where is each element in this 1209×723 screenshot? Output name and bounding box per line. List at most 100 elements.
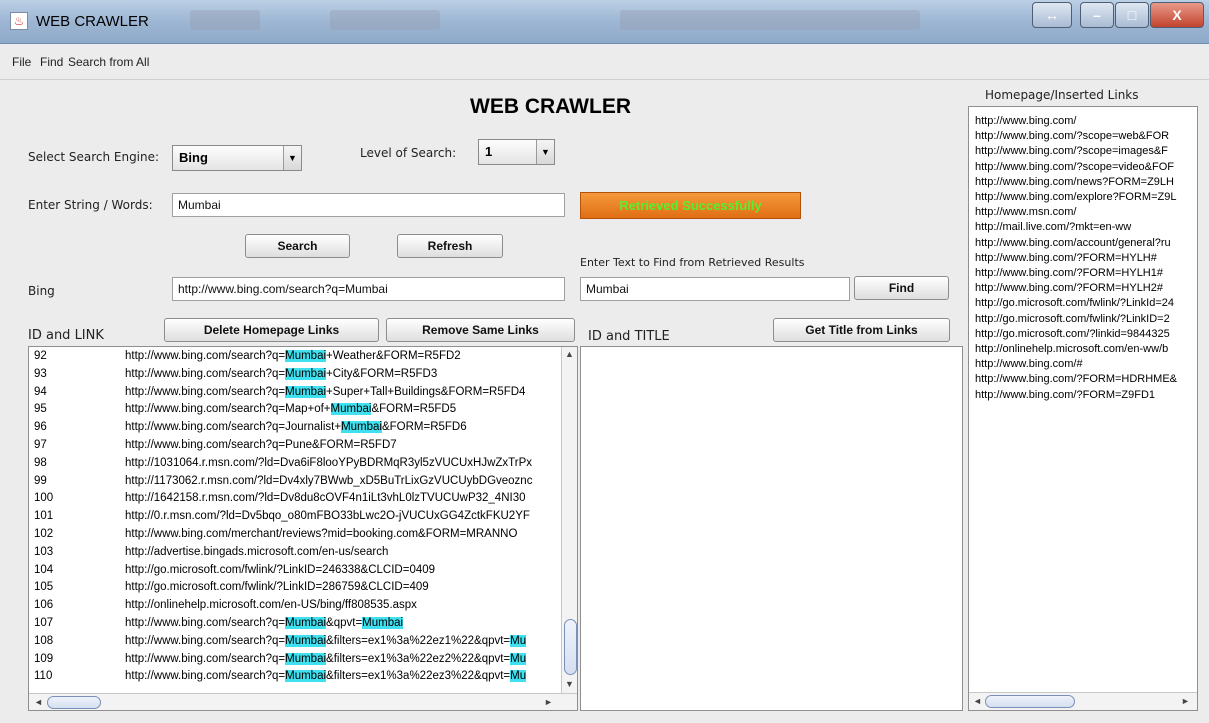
engine-name-label: Bing: [28, 284, 55, 298]
homepage-link-item[interactable]: http://www.bing.com/#: [975, 358, 1083, 373]
menu-search-from-all[interactable]: Search from All: [68, 55, 149, 69]
highlight-match: Mumbai: [341, 421, 382, 434]
menu-find[interactable]: Find: [40, 55, 63, 69]
row-id: 101: [34, 510, 54, 523]
homepage-link-item[interactable]: http://www.bing.com/explore?FORM=Z9L: [975, 191, 1176, 206]
maximize-button[interactable]: □: [1115, 2, 1149, 28]
homepage-link-item[interactable]: http://onlinehelp.microsoft.com/en-ww/b: [975, 343, 1168, 358]
homepage-link-item[interactable]: http://mail.live.com/?mkt=en-ww: [975, 221, 1131, 236]
highlight-match: Mumbai: [362, 617, 404, 629]
row-link: http://go.microsoft.com/fwlink/?LinkID=2…: [125, 581, 429, 594]
homepage-links-header: Homepage/Inserted Links: [985, 88, 1139, 102]
row-id: 93: [34, 367, 47, 380]
refresh-button[interactable]: Refresh: [397, 234, 503, 258]
find-button[interactable]: Find: [854, 276, 949, 300]
engine-select[interactable]: Bing ▼: [172, 145, 302, 171]
horizontal-scrollbar[interactable]: ◄ ►: [29, 693, 577, 710]
homepage-link-item[interactable]: http://www.bing.com/account/general?ru: [975, 237, 1171, 252]
title-bar: ♨ WEB CRAWLER ↔ – □ X: [0, 0, 1209, 44]
menu-bar: File Find Search from All: [0, 44, 1209, 80]
background-window-blur: [190, 10, 260, 30]
homepage-links-list[interactable]: http://www.bing.com/http://www.bing.com/…: [968, 106, 1198, 711]
homepage-link-item[interactable]: http://www.bing.com/?FORM=Z9FD1: [975, 389, 1155, 404]
row-link: http://www.bing.com/search?q=Mumbai+City…: [125, 367, 438, 380]
highlight-match: Mumbai: [285, 350, 327, 362]
homepage-link-item[interactable]: http://www.bing.com/?scope=web&FOR: [975, 130, 1169, 145]
find-input[interactable]: Mumbai: [580, 277, 850, 301]
row-link: http://www.bing.com/search?q=Pune&FORM=R…: [125, 439, 397, 451]
row-link: http://www.bing.com/search?q=Mumbai+Supe…: [125, 385, 526, 398]
row-link: http://www.bing.com/search?q=Mumbai&filt…: [125, 634, 527, 647]
scroll-left-icon[interactable]: ◄: [34, 697, 43, 707]
restore-icon[interactable]: ↔: [1032, 2, 1072, 28]
highlight-match: Mumbai: [285, 652, 327, 665]
engine-label: Select Search Engine:: [28, 150, 160, 164]
row-link: http://1173062.r.msn.com/?ld=Dv4xly7BWwb…: [125, 474, 533, 487]
scroll-thumb[interactable]: [564, 619, 577, 675]
homepage-link-item[interactable]: http://www.bing.com/?FORM=HDRHME&: [975, 373, 1177, 388]
window-title: WEB CRAWLER: [36, 13, 149, 30]
homepage-link-item[interactable]: http://www.bing.com/?FORM=HYLH#: [975, 252, 1157, 267]
chevron-down-icon: ▼: [283, 146, 301, 170]
row-link: http://www.bing.com/search?q=Map+of+Mumb…: [125, 403, 457, 416]
highlight-match: Mumbai: [285, 367, 327, 380]
row-id: 100: [34, 492, 54, 505]
scroll-up-icon[interactable]: ▲: [565, 349, 574, 359]
highlight-match: Mumbai: [285, 670, 327, 683]
highlight-match: Mumbai: [330, 403, 372, 416]
scroll-down-icon[interactable]: ▼: [565, 679, 574, 689]
row-id: 97: [34, 439, 47, 451]
menu-file[interactable]: File: [12, 55, 31, 69]
highlight-match: Mumbai: [285, 634, 327, 647]
id-link-list[interactable]: 92 http://www.bing.com/search?q=Mumbai+We…: [28, 346, 578, 711]
find-label: Enter Text to Find from Retrieved Result…: [580, 256, 805, 269]
level-label: Level of Search:: [360, 146, 457, 160]
row-link: http://advertise.bingads.microsoft.com/e…: [125, 545, 389, 558]
search-string-input[interactable]: Mumbai: [172, 193, 565, 217]
row-id: 92: [34, 350, 47, 362]
level-select[interactable]: 1 ▼: [478, 139, 555, 165]
scroll-right-icon[interactable]: ►: [544, 697, 553, 707]
row-id: 110: [34, 670, 53, 683]
delete-homepage-links-button[interactable]: Delete Homepage Links: [164, 318, 379, 342]
search-button[interactable]: Search: [245, 234, 350, 258]
scroll-left-icon[interactable]: ◄: [973, 696, 982, 706]
minimize-button[interactable]: –: [1080, 2, 1114, 28]
homepage-link-item[interactable]: http://www.msn.com/: [975, 206, 1076, 221]
homepage-link-item[interactable]: http://go.microsoft.com/fwlink/?LinkID=2: [975, 313, 1170, 328]
scroll-thumb[interactable]: [47, 696, 101, 709]
homepage-link-item[interactable]: http://www.bing.com/?scope=images&F: [975, 145, 1168, 160]
homepage-link-item[interactable]: http://www.bing.com/news?FORM=Z9LH: [975, 176, 1174, 191]
id-title-list[interactable]: [580, 346, 963, 711]
remove-same-links-button[interactable]: Remove Same Links: [386, 318, 575, 342]
homepage-link-item[interactable]: http://go.microsoft.com/?linkid=9844325: [975, 328, 1170, 343]
row-link: http://1031064.r.msn.com/?ld=Dva6iF8looY…: [125, 456, 533, 469]
url-field[interactable]: http://www.bing.com/search?q=Mumbai: [172, 277, 565, 301]
homepage-link-item[interactable]: http://www.bing.com/?scope=video&FOF: [975, 161, 1174, 176]
row-link: http://www.bing.com/search?q=Mumbai&filt…: [125, 652, 527, 665]
row-id: 102: [34, 528, 54, 540]
get-title-button[interactable]: Get Title from Links: [773, 318, 950, 342]
row-link: http://www.bing.com/search?q=Mumbai&filt…: [125, 670, 527, 683]
id-title-header: ID and TITLE: [588, 329, 670, 344]
close-button[interactable]: X: [1150, 2, 1204, 28]
vertical-scrollbar[interactable]: ▲ ▼: [561, 347, 577, 693]
scroll-right-icon[interactable]: ►: [1181, 696, 1190, 706]
row-id: 94: [34, 385, 47, 398]
highlight-match: Mu: [510, 652, 527, 665]
row-id: 99: [34, 474, 47, 487]
row-id: 106: [34, 599, 54, 612]
homepage-link-item[interactable]: http://go.microsoft.com/fwlink/?LinkId=2…: [975, 297, 1174, 312]
homepage-link-item[interactable]: http://www.bing.com/: [975, 115, 1077, 130]
homepage-link-item[interactable]: http://www.bing.com/?FORM=HYLH2#: [975, 282, 1163, 297]
background-window-blur: [620, 10, 920, 30]
row-link: http://0.r.msn.com/?ld=Dv5bqo_o80mFBO33b…: [125, 510, 530, 523]
homepage-link-item[interactable]: http://www.bing.com/?FORM=HYLH1#: [975, 267, 1163, 282]
horizontal-scrollbar[interactable]: ◄ ►: [969, 692, 1197, 710]
row-link: http://www.bing.com/search?q=Mumbai&qpvt…: [125, 617, 404, 629]
row-link: http://www.bing.com/merchant/reviews?mid…: [125, 528, 518, 540]
scroll-thumb[interactable]: [985, 695, 1075, 708]
highlight-match: Mu: [510, 634, 527, 647]
row-id: 98: [34, 456, 47, 469]
highlight-match: Mu: [510, 670, 527, 683]
